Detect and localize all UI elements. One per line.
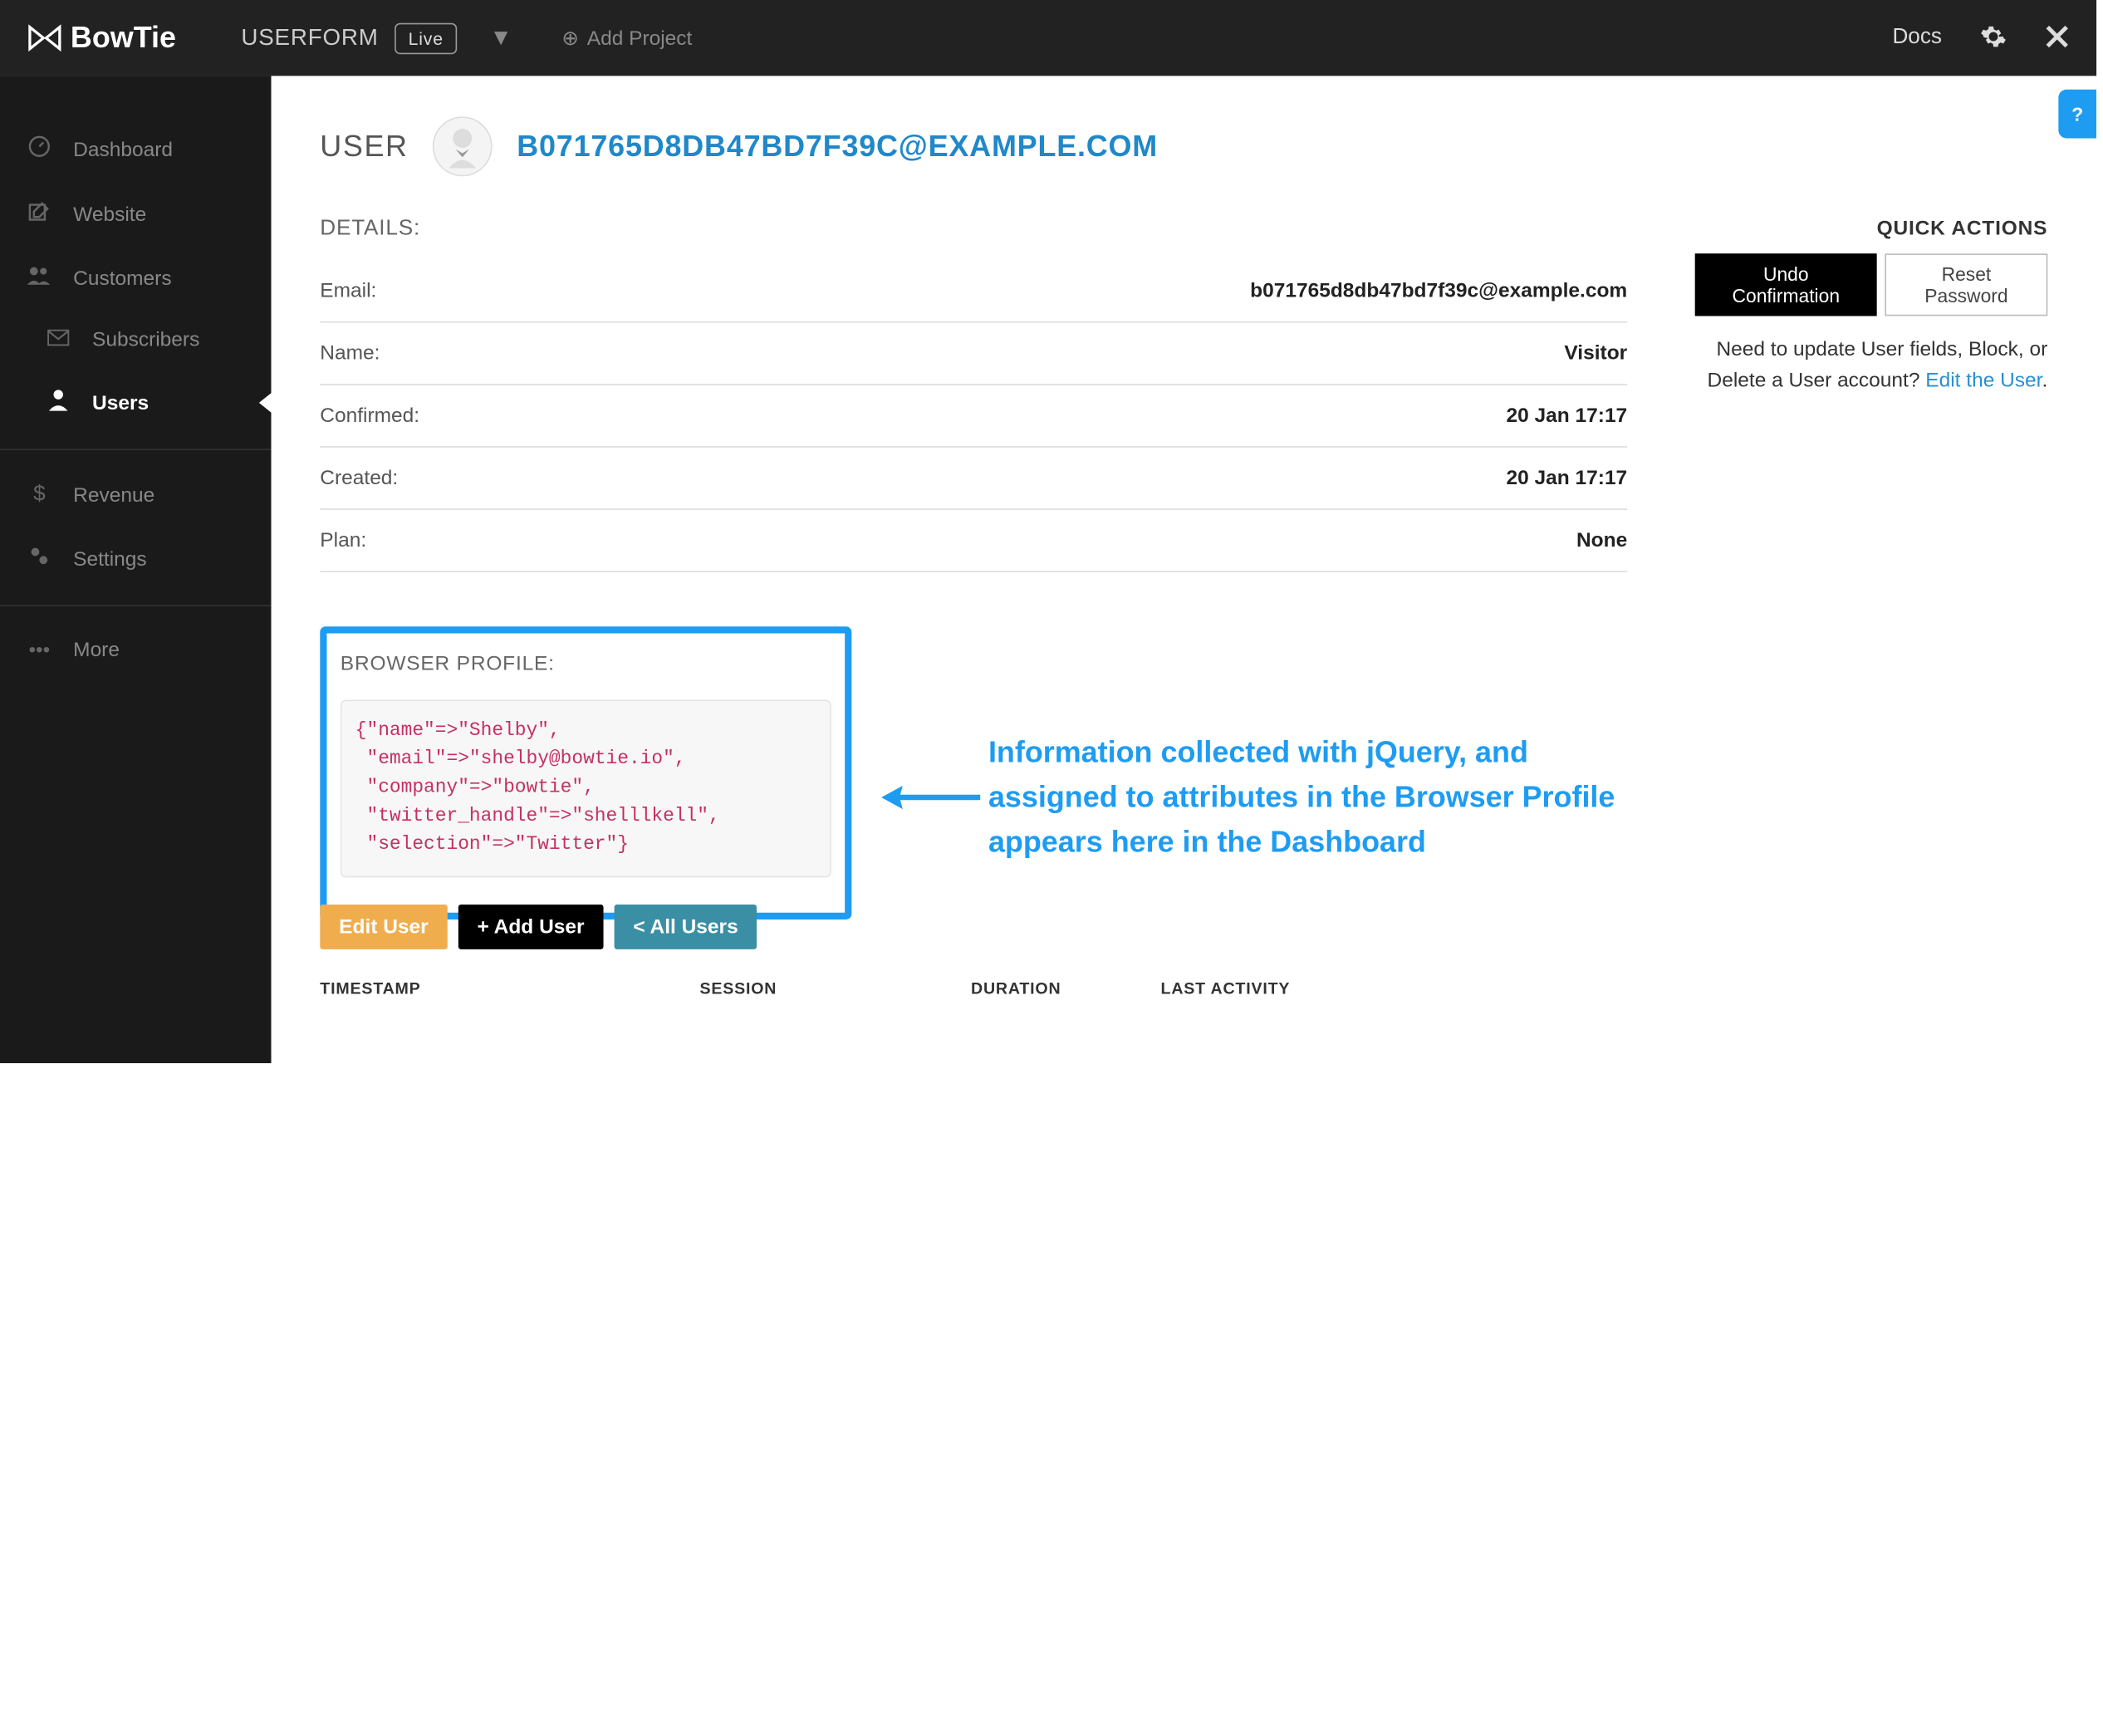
detail-key: Email: xyxy=(320,279,376,302)
all-users-button[interactable]: < All Users xyxy=(614,905,757,949)
close-icon[interactable] xyxy=(2045,24,2069,52)
ellipsis-icon: ••• xyxy=(27,639,51,662)
chevron-down-icon: ▼ xyxy=(489,24,512,51)
project-name: USERFORM xyxy=(241,24,378,51)
edit-user-button[interactable]: Edit User xyxy=(320,905,447,949)
th-last-activity: LAST ACTIVITY xyxy=(1161,979,1628,998)
sidebar-item-customers[interactable]: Customers xyxy=(0,247,272,309)
sidebar-item-label: Customers xyxy=(73,267,171,290)
sidebar-item-website[interactable]: Website xyxy=(0,182,272,247)
sidebar-item-dashboard[interactable]: Dashboard xyxy=(0,116,272,181)
reset-password-button[interactable]: Reset Password xyxy=(1885,253,2048,316)
user-header: USER B071765D8DB47BD7F39C@EXAMPLE.COM xyxy=(320,116,2047,176)
help-tab[interactable]: ? xyxy=(2058,90,2096,139)
add-project-label: Add Project xyxy=(587,27,693,50)
brand-name: BowTie xyxy=(71,20,176,55)
live-badge: Live xyxy=(395,22,457,54)
content: ? USER B071765D8DB47BD7F39C@EXAMPLE.COM … xyxy=(272,76,2097,1063)
detail-key: Plan: xyxy=(320,529,366,552)
dashboard-icon xyxy=(27,135,51,163)
quick-actions-help: Need to update User fields, Block, or De… xyxy=(1695,335,2047,395)
detail-key: Name: xyxy=(320,341,380,365)
details-title: DETAILS: xyxy=(320,217,1627,241)
qa-help-post: . xyxy=(2042,368,2047,391)
user-label: USER xyxy=(320,129,408,164)
detail-value: 20 Jan 17:17 xyxy=(1506,405,1627,428)
detail-row-plan: Plan: None xyxy=(320,510,1627,572)
envelope-icon xyxy=(47,328,71,351)
sidebar-item-label: Revenue xyxy=(73,483,154,507)
browser-profile-title: BROWSER PROFILE: xyxy=(341,652,831,675)
detail-value: 20 Jan 17:17 xyxy=(1506,467,1627,490)
bowtie-icon xyxy=(27,24,62,51)
edit-user-link[interactable]: Edit the User xyxy=(1925,368,2042,391)
th-timestamp: TIMESTAMP xyxy=(320,979,699,998)
sidebar-item-label: Users xyxy=(92,391,149,414)
th-session: SESSION xyxy=(699,979,971,998)
detail-value: None xyxy=(1576,529,1627,552)
dollar-icon: $ xyxy=(27,483,51,507)
avatar xyxy=(433,116,493,176)
detail-row-email: Email: b071765d8db47bd7f39c@example.com xyxy=(320,260,1627,322)
gear-icon[interactable] xyxy=(1980,22,2007,54)
add-user-button[interactable]: + Add User xyxy=(458,905,604,949)
docs-link[interactable]: Docs xyxy=(1892,26,1942,50)
sidebar-item-label: Subscribers xyxy=(92,328,199,351)
th-duration: DURATION xyxy=(971,979,1161,998)
arrow-left-icon xyxy=(876,743,983,851)
detail-value: Visitor xyxy=(1564,341,1627,365)
activity-table-header: TIMESTAMP SESSION DURATION LAST ACTIVITY xyxy=(320,979,1627,998)
edit-icon xyxy=(27,201,51,228)
browser-profile-code: {"name"=>"Shelby", "email"=>"shelby@bowt… xyxy=(341,699,831,877)
sidebar-item-label: Settings xyxy=(73,547,146,571)
detail-row-created: Created: 20 Jan 17:17 xyxy=(320,448,1627,510)
sidebar-item-settings[interactable]: Settings xyxy=(0,526,272,591)
detail-row-name: Name: Visitor xyxy=(320,323,1627,385)
detail-value: b071765d8db47bd7f39c@example.com xyxy=(1250,279,1627,302)
sidebar-item-label: More xyxy=(73,639,120,662)
brand-logo[interactable]: BowTie xyxy=(27,20,176,55)
detail-row-confirmed: Confirmed: 20 Jan 17:17 xyxy=(320,385,1627,448)
user-action-buttons: Edit User + Add User < All Users xyxy=(320,905,1627,949)
plus-circle-icon: ⊕ xyxy=(561,26,579,50)
browser-profile-box: BROWSER PROFILE: {"name"=>"Shelby", "ema… xyxy=(320,626,851,919)
user-email-heading: B071765D8DB47BD7F39C@EXAMPLE.COM xyxy=(517,129,1158,164)
sidebar: Dashboard Website Customers Subscribers … xyxy=(0,76,272,1063)
annotation: Information collected with jQuery, and a… xyxy=(876,729,1627,864)
undo-confirmation-button[interactable]: Undo Confirmation xyxy=(1695,253,1877,316)
detail-key: Confirmed: xyxy=(320,405,419,428)
sidebar-item-more[interactable]: ••• More xyxy=(0,620,272,680)
user-icon xyxy=(47,390,71,417)
sidebar-item-revenue[interactable]: $ Revenue xyxy=(0,463,272,526)
project-selector[interactable]: USERFORM Live ▼ xyxy=(241,22,512,54)
detail-key: Created: xyxy=(320,467,398,490)
sidebar-item-subscribers[interactable]: Subscribers xyxy=(0,309,272,370)
topbar: BowTie USERFORM Live ▼ ⊕ Add Project Doc… xyxy=(0,0,2096,76)
sidebar-item-label: Website xyxy=(73,203,146,226)
quick-actions-panel: QUICK ACTIONS Undo Confirmation Reset Pa… xyxy=(1668,217,2047,998)
quick-actions-title: QUICK ACTIONS xyxy=(1695,217,2047,240)
add-project-button[interactable]: ⊕ Add Project xyxy=(561,26,692,50)
annotation-text: Information collected with jQuery, and a… xyxy=(988,729,1627,864)
cogs-icon xyxy=(27,545,51,572)
sidebar-item-users[interactable]: Users xyxy=(0,370,272,435)
sidebar-item-label: Dashboard xyxy=(73,138,173,161)
users-icon xyxy=(27,266,51,290)
